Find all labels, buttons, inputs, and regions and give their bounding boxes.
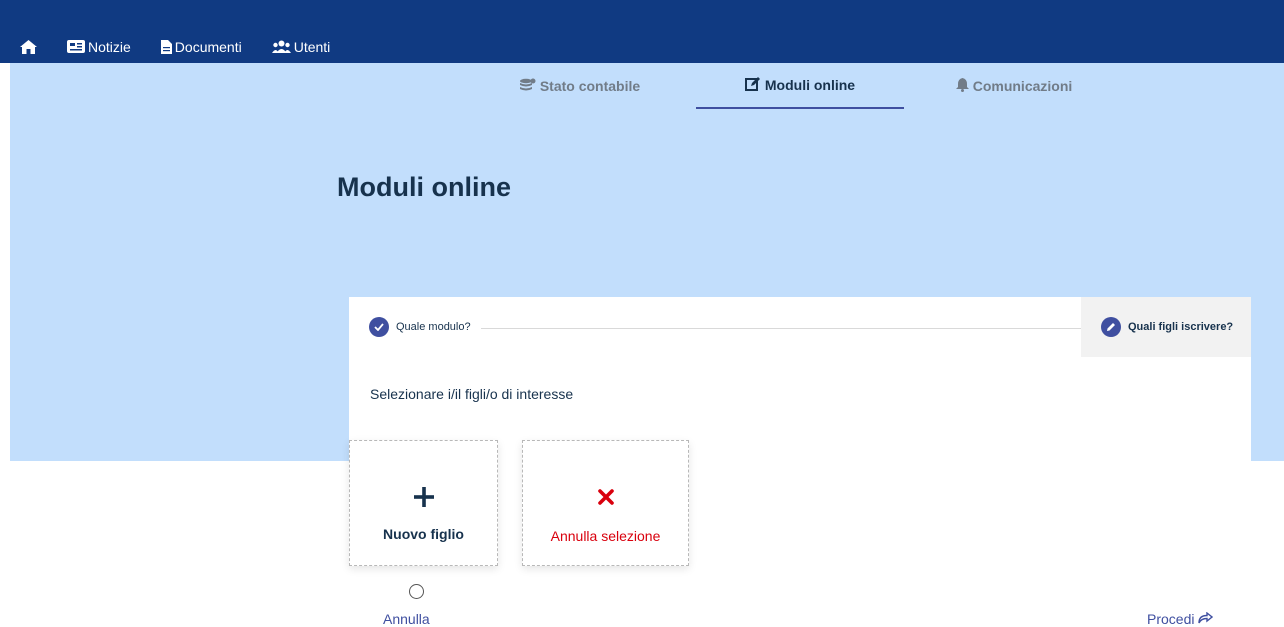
cancel-selection-label: Annulla selezione (550, 528, 661, 544)
home-link[interactable] (20, 39, 37, 54)
tab-comunicazioni[interactable]: Comunicazioni (928, 63, 1100, 109)
pencil-icon (1101, 317, 1121, 337)
nav-notizie-label: Notizie (88, 38, 131, 55)
document-icon (160, 39, 172, 54)
stepper: Quale modulo? Quali figli iscrivere? (349, 297, 1251, 357)
step-quale-modulo-label: Quale modulo? (396, 321, 471, 333)
new-child-label: Nuovo figlio (383, 526, 464, 542)
nav-utenti-label: Utenti (293, 38, 331, 55)
bell-icon (955, 77, 973, 95)
nav-notizie[interactable]: Notizie (67, 39, 131, 55)
x-icon (597, 484, 614, 510)
newspaper-icon (67, 40, 85, 53)
tab-moduli-online-label: Moduli online (764, 77, 856, 93)
cancel-selection-button[interactable]: Annulla selezione (522, 440, 689, 566)
selection-instruction: Selezionare i/il figli/o di interesse (370, 386, 574, 402)
child-radio[interactable] (409, 584, 424, 599)
edit-icon (744, 76, 765, 94)
tab-bar: Stato contabile Moduli online Comunicazi… (0, 63, 1284, 109)
nav-utenti[interactable]: Utenti (271, 38, 331, 55)
nav-documenti-label: Documenti (174, 38, 242, 55)
home-icon (20, 39, 37, 54)
new-child-button[interactable]: Nuovo figlio (349, 440, 498, 566)
page-title: Moduli online (337, 172, 511, 202)
top-nav: Notizie Documenti Utenti (0, 30, 360, 63)
tab-stato-contabile-label: Stato contabile (539, 78, 641, 94)
tab-stato-contabile[interactable]: Stato contabile (500, 63, 660, 109)
check-icon (369, 317, 389, 337)
tab-comunicazioni-label: Comunicazioni (972, 78, 1073, 94)
coins-icon (519, 78, 540, 95)
step-quale-modulo[interactable]: Quale modulo? (369, 317, 471, 337)
tab-moduli-online[interactable]: Moduli online (696, 63, 904, 109)
plus-icon (413, 484, 434, 510)
users-icon (271, 40, 291, 53)
stepper-connector (481, 328, 1081, 329)
step-quali-figli-label: Quali figli iscrivere? (1128, 321, 1234, 333)
step-quali-figli[interactable]: Quali figli iscrivere? (1081, 297, 1251, 357)
nav-documenti[interactable]: Documenti (160, 38, 242, 55)
